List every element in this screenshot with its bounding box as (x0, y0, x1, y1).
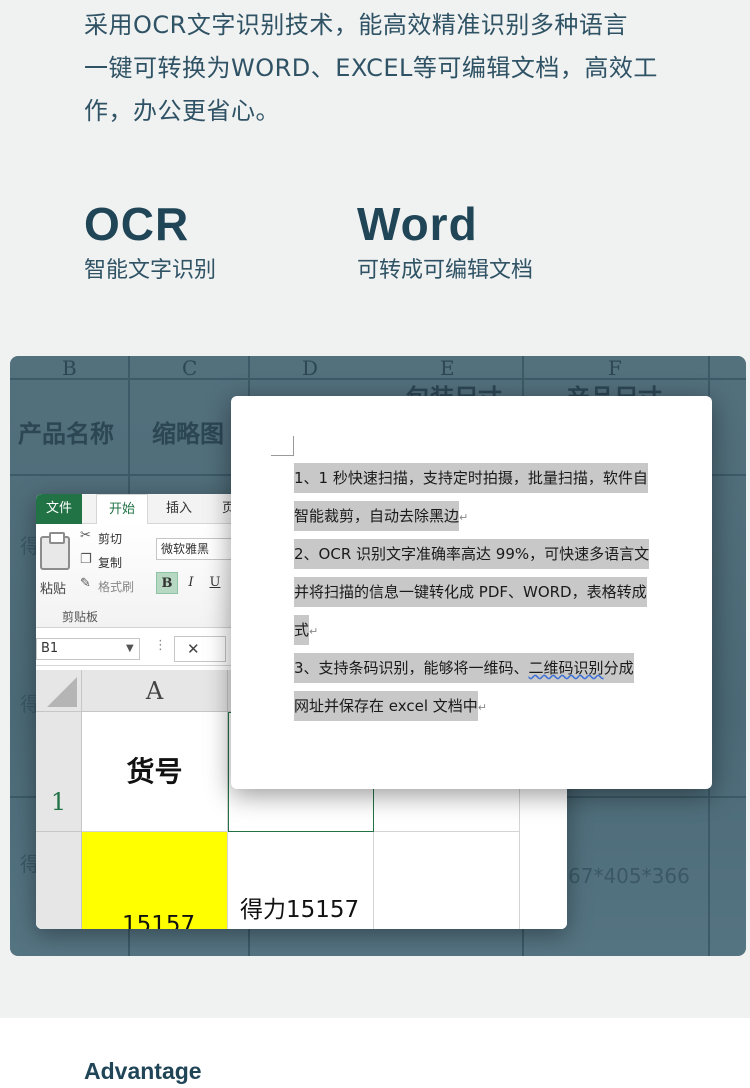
cell-a1[interactable]: 货号 (82, 712, 228, 832)
cell-b2-value: 得力15157 (240, 897, 360, 923)
feature-word: Word 可转成可编辑文档 (357, 196, 533, 288)
doc-line[interactable]: 式↵ (294, 612, 318, 648)
intro-line: 作，办公更省心。 (84, 97, 280, 125)
bg-header-cell: 产品名称 (18, 420, 114, 448)
feature-subtitle: 智能文字识别 (84, 258, 217, 283)
format-painter-icon: ✎ (80, 576, 91, 591)
doc-line[interactable]: 并将扫描的信息一键转化成 PDF、WORD，表格转成 (294, 574, 647, 610)
cell-a2-value: 15157 (122, 912, 196, 929)
row-header-2[interactable] (36, 832, 82, 929)
intro-line: 一键可转换为WORD、EXCEL等可编辑文档，高效工 (84, 54, 658, 82)
doc-line[interactable]: 智能裁剪，自动去除黑边↵ (294, 498, 468, 534)
doc-line[interactable]: 2、OCR 识别文字准确率高达 99%，可快速多语言文 (294, 536, 650, 572)
bg-column-label: E (440, 356, 455, 380)
tab-insert[interactable]: 插入 (166, 494, 192, 524)
highlighted-text: 并将扫描的信息一键转化成 PDF、WORD，表格转成 (294, 577, 647, 607)
column-header-a[interactable]: A (82, 670, 228, 712)
text-segment: 3、支持条码识别，能够将一维码、 (294, 659, 529, 677)
format-painter-button[interactable]: 格式刷 (98, 578, 134, 595)
scissors-icon: ✂ (80, 528, 91, 543)
tab-home[interactable]: 开始 (96, 494, 149, 524)
bg-column-label: F (608, 356, 622, 380)
intro-line: 采用OCR文字识别技术，能高效精准识别多种语言 (84, 11, 628, 39)
highlighted-text: 2、OCR 识别文字准确率高达 99%，可快速多语言文 (294, 539, 650, 569)
doc-line[interactable]: 网址并保存在 excel 文档中↵ (294, 688, 487, 724)
cell-c2[interactable] (374, 832, 520, 929)
copy-icon: ❐ (80, 552, 92, 567)
tab-file[interactable]: 文件 (36, 494, 82, 524)
feature-title: OCR (84, 198, 190, 250)
highlighted-text: 1、1 秒快速扫描，支持定时拍摄，批量扫描，软件自 (294, 463, 648, 493)
feature-subtitle: 可转成可编辑文档 (357, 258, 534, 283)
highlighted-text: 智能裁剪，自动去除黑边 (294, 501, 460, 531)
clipboard-group-label: 剪贴板 (62, 610, 99, 624)
select-all-corner[interactable] (36, 670, 82, 712)
bg-column-label: C (182, 356, 198, 380)
crop-mark (293, 436, 294, 456)
intro-paragraph: 采用OCR文字识别技术，能高效精准识别多种语言 一键可转换为WORD、EXCEL… (84, 4, 684, 133)
word-document: 1、1 秒快速扫描，支持定时拍摄，批量扫描，软件自 智能裁剪，自动去除黑边↵ 2… (231, 396, 712, 789)
cell-a2[interactable]: 15157 (82, 832, 228, 929)
name-box[interactable]: B1 (36, 638, 140, 660)
bg-dims-value: 67*405*366 (568, 864, 690, 888)
cell-b2[interactable]: 得力15157 (228, 832, 374, 929)
italic-button[interactable]: I (180, 572, 202, 594)
highlighted-text: 3、支持条码识别，能够将一维码、二维码识别分成 (294, 653, 634, 683)
spellcheck-text: 二维码识别 (528, 659, 604, 677)
cancel-button[interactable]: ✕ (174, 636, 226, 662)
paste-icon[interactable] (40, 532, 70, 570)
bg-column-label: D (302, 356, 319, 380)
copy-button[interactable]: 复制 (98, 554, 122, 571)
highlighted-text: 网址并保存在 excel 文档中 (294, 691, 478, 721)
feature-ocr: OCR 智能文字识别 (84, 196, 216, 288)
row-header-1[interactable]: 1 (36, 712, 82, 832)
crop-mark (271, 455, 293, 456)
paragraph-mark-icon: ↵ (477, 701, 487, 714)
chevron-down-icon[interactable]: ▼ (126, 638, 134, 660)
underline-button[interactable]: U (204, 572, 226, 594)
bg-header-cell: 缩略图 (152, 420, 224, 448)
hero-screenshot: B C D E F 产品名称 缩略图 包装尺寸 产品尺寸 得 得 得 67*40… (10, 356, 746, 956)
paragraph-mark-icon: ↵ (459, 511, 469, 524)
paragraph-mark-icon: ↵ (309, 625, 319, 638)
highlighted-text: 式 (294, 615, 310, 645)
bg-column-label: B (62, 356, 77, 380)
doc-line[interactable]: 1、1 秒快速扫描，支持定时拍摄，批量扫描，软件自 (294, 460, 648, 496)
section-heading-advantage: Advantage (84, 1058, 202, 1084)
more-icon: ⋮ (154, 638, 167, 653)
feature-title: Word (357, 198, 478, 250)
text-segment: 分成 (603, 659, 634, 677)
doc-line[interactable]: 3、支持条码识别，能够将一维码、二维码识别分成 (294, 650, 634, 686)
bold-button[interactable]: B (156, 572, 178, 594)
cut-button[interactable]: 剪切 (98, 530, 122, 547)
paste-label[interactable]: 粘贴 (40, 578, 66, 597)
